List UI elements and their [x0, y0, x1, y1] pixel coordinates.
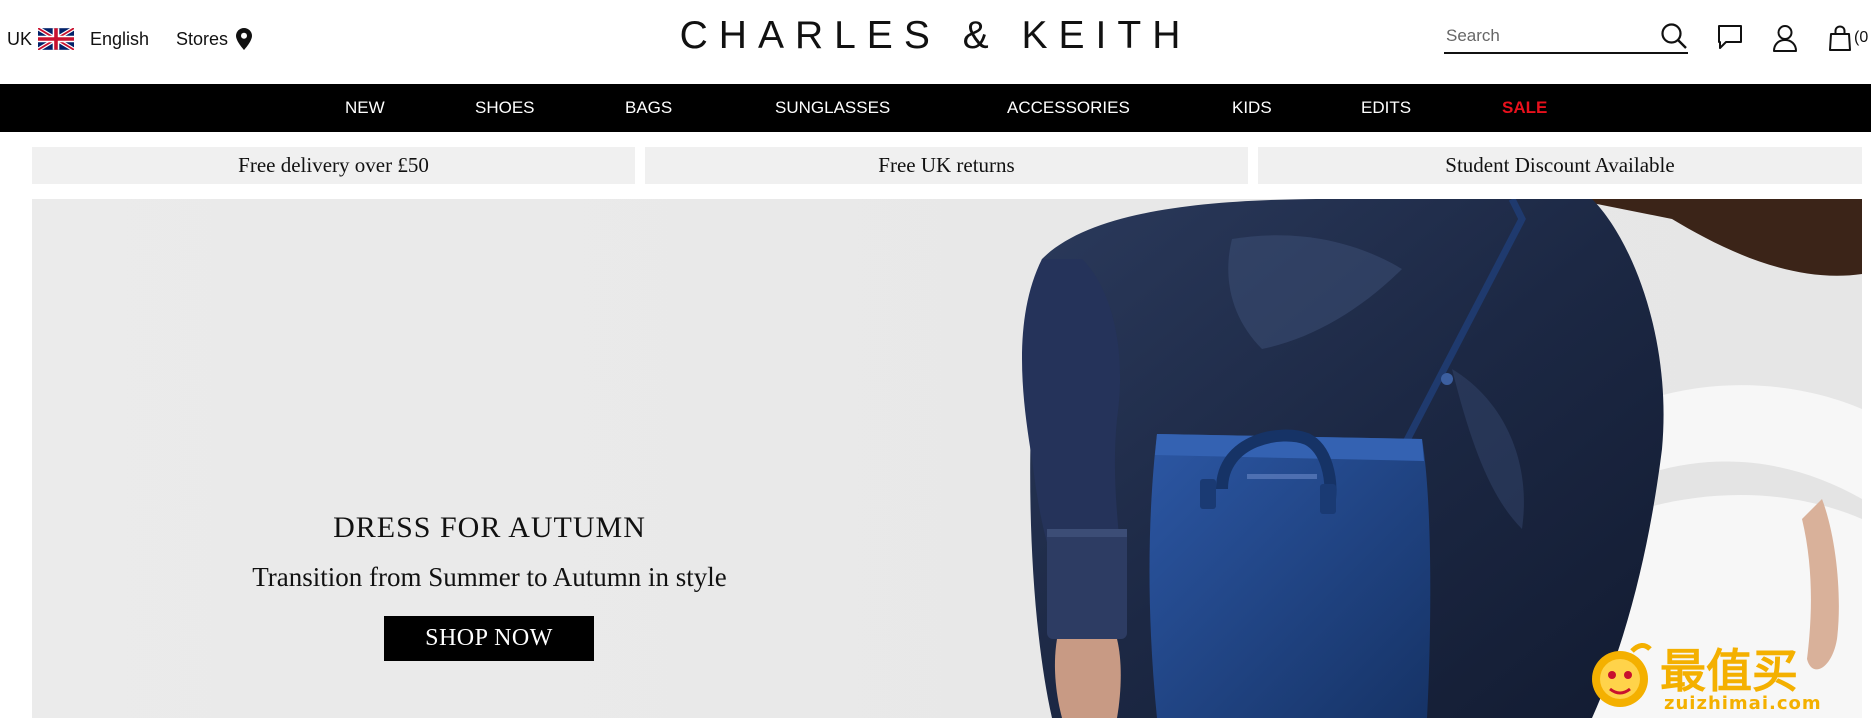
mascot-icon — [1592, 643, 1652, 707]
nav-item-bags[interactable]: BAGS — [625, 84, 672, 132]
chat-icon[interactable] — [1717, 24, 1743, 50]
nav-item-accessories[interactable]: ACCESSORIES — [1007, 84, 1130, 132]
nav-item-edits[interactable]: EDITS — [1361, 84, 1411, 132]
watermark-url: zuizhimai.com — [1664, 693, 1822, 714]
cart-button[interactable]: (0 — [1828, 24, 1868, 52]
account-icon[interactable] — [1772, 24, 1798, 52]
promo-free-delivery[interactable]: Free delivery over £50 — [32, 147, 635, 184]
nav-item-shoes[interactable]: SHOES — [475, 84, 535, 132]
bag-icon — [1829, 25, 1851, 51]
nav-item-new[interactable]: NEW — [345, 84, 385, 132]
search-icon[interactable] — [1660, 22, 1688, 50]
nav-item-sale[interactable]: SALE — [1502, 84, 1547, 132]
main-nav: NEW SHOES BAGS SUNGLASSES ACCESSORIES KI… — [0, 84, 1871, 132]
search-input[interactable] — [1444, 22, 1648, 50]
nav-item-kids[interactable]: KIDS — [1232, 84, 1272, 132]
search-box — [1444, 22, 1688, 54]
hero-title: DRESS FOR AUTUMN — [333, 511, 646, 544]
top-header: UK English Stores CHARLES & KEITH Search… — [0, 0, 1871, 84]
shop-now-button[interactable]: SHOP NOW — [384, 616, 594, 661]
promo-student-discount[interactable]: Student Discount Available — [1258, 147, 1862, 184]
promo-free-returns[interactable]: Free UK returns — [645, 147, 1248, 184]
cart-count: (0 — [1854, 29, 1869, 46]
hero-subtitle: Transition from Summer to Autumn in styl… — [252, 562, 727, 592]
watermark-chinese: 最值买 — [1660, 644, 1798, 698]
nav-item-sunglasses[interactable]: SUNGLASSES — [775, 84, 890, 132]
